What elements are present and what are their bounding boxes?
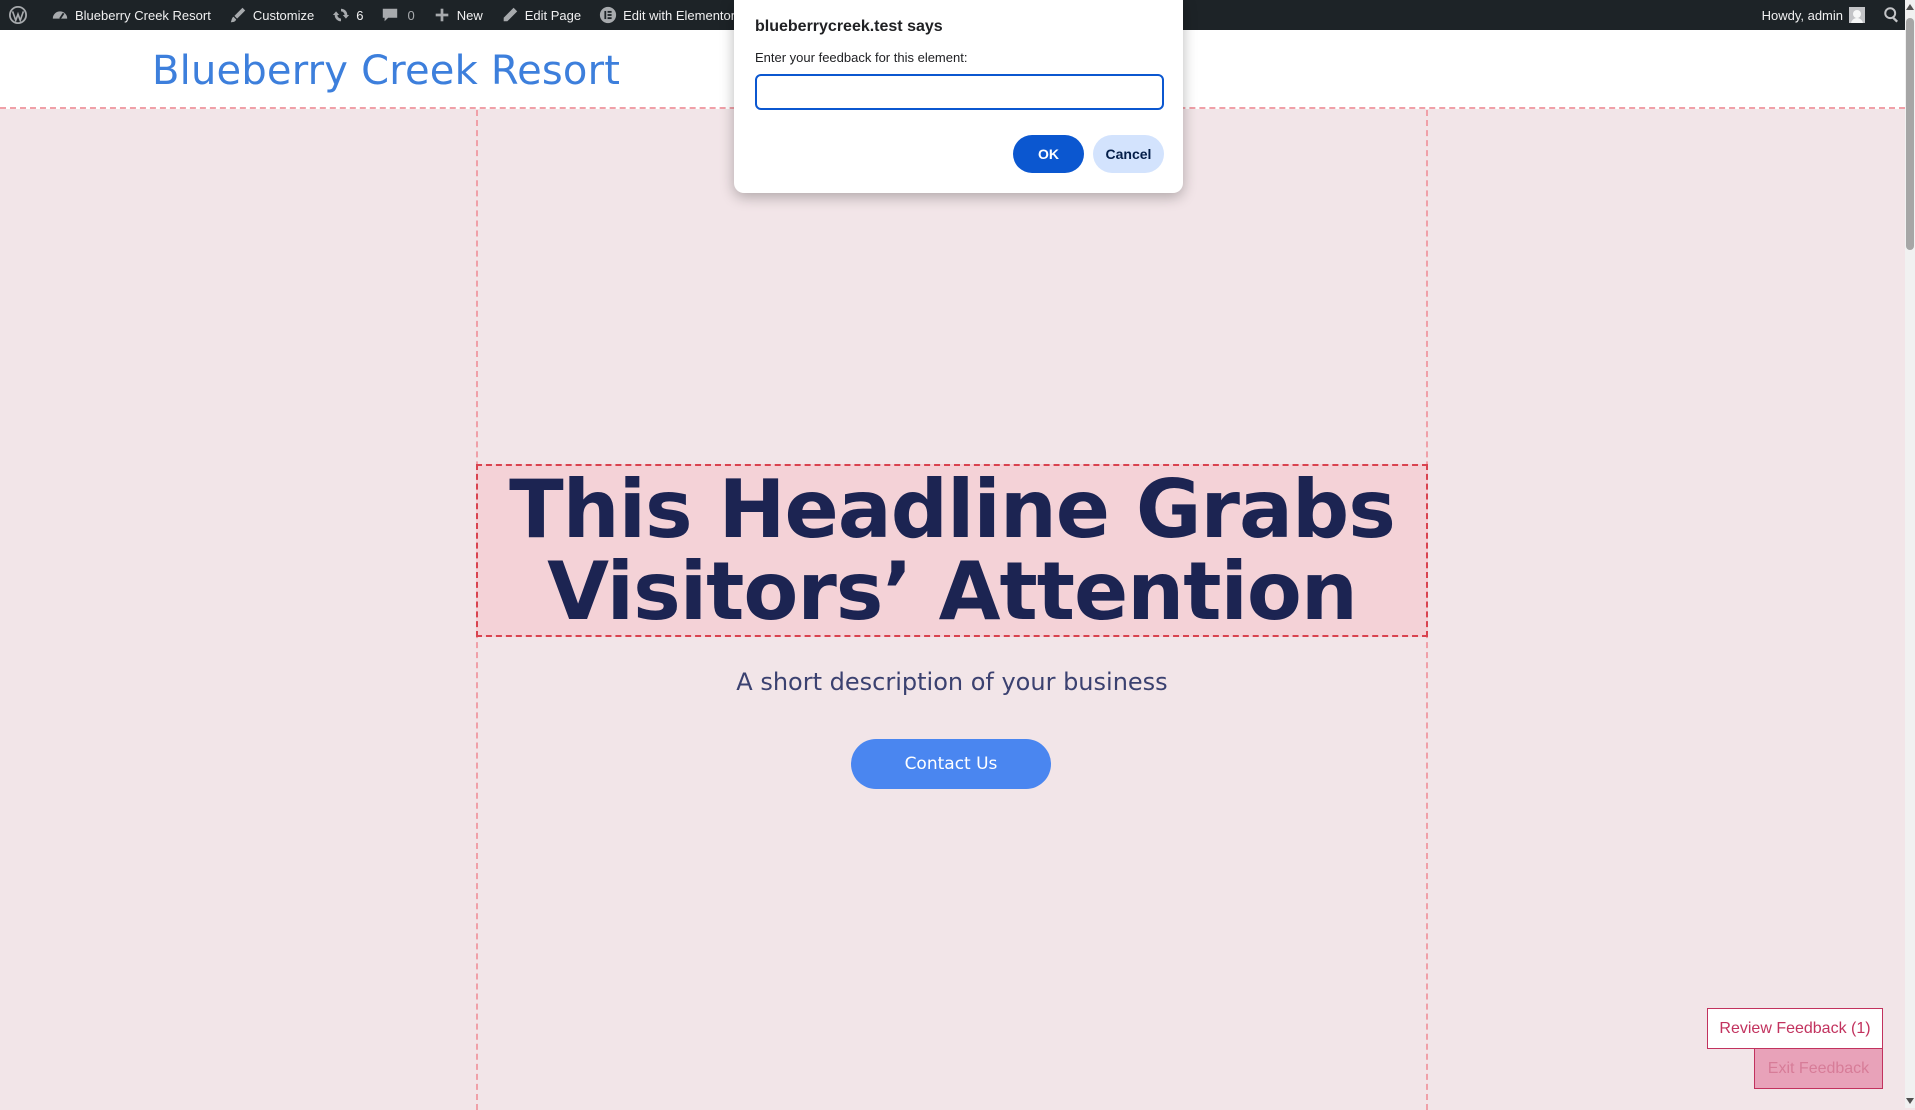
prompt-dialog: blueberrycreek.test says Enter your feed…: [734, 0, 1183, 193]
edit-elementor-label: Edit with Elementor: [623, 7, 736, 23]
new-content-menu[interactable]: New: [424, 0, 492, 30]
customize-link[interactable]: Customize: [220, 0, 323, 30]
exit-feedback-button[interactable]: Exit Feedback: [1754, 1048, 1883, 1089]
customize-label: Customize: [252, 7, 315, 23]
dialog-message: Enter your feedback for this element:: [755, 50, 968, 65]
cancel-button[interactable]: Cancel: [1093, 135, 1164, 173]
elementor-icon: [600, 6, 617, 24]
dialog-title: blueberrycreek.test says: [755, 18, 943, 35]
updates-link[interactable]: 6: [323, 0, 372, 30]
wordpress-icon: [9, 6, 27, 24]
ok-button[interactable]: OK: [1013, 135, 1084, 173]
pencil-icon: [503, 7, 517, 22]
hero-description: A short description of your business: [736, 668, 1168, 696]
edit-page-label: Edit Page: [524, 7, 582, 23]
plus-icon: [435, 8, 449, 22]
updates-icon: [333, 8, 350, 22]
edit-with-elementor-link[interactable]: Edit with Elementor: [590, 0, 744, 30]
selected-headline-widget[interactable]: This Headline Grabs Visitors’ Attention: [476, 464, 1428, 637]
avatar: [1849, 7, 1865, 23]
scroll-down-arrow-icon[interactable]: [1906, 1098, 1914, 1104]
site-title[interactable]: Blueberry Creek Resort: [152, 48, 620, 94]
scroll-up-arrow-icon[interactable]: [1906, 4, 1914, 10]
comments-link[interactable]: 0: [372, 0, 423, 30]
headline-line-1: This Headline Grabs: [509, 462, 1396, 556]
updates-count: 6: [356, 7, 364, 23]
search-icon: [1884, 7, 1899, 23]
scrollbar-thumb[interactable]: [1906, 18, 1914, 250]
dashboard-icon: [52, 11, 68, 20]
comments-count: 0: [407, 7, 415, 23]
page-scrollbar[interactable]: [1905, 0, 1915, 1108]
site-name-label: Blueberry Creek Resort: [75, 7, 211, 23]
wordpress-logo-menu[interactable]: [0, 0, 42, 30]
review-feedback-button[interactable]: Review Feedback (1): [1707, 1008, 1883, 1049]
new-label: New: [456, 7, 483, 23]
my-account-menu[interactable]: Howdy, admin: [1753, 0, 1874, 30]
edit-page-link[interactable]: Edit Page: [492, 0, 590, 30]
headline-line-2: Visitors’ Attention: [547, 544, 1358, 638]
brush-icon: [230, 7, 246, 23]
contact-us-button[interactable]: Contact Us: [851, 739, 1051, 789]
site-name-menu[interactable]: Blueberry Creek Resort: [42, 0, 220, 30]
feedback-input[interactable]: [755, 74, 1164, 110]
hero-headline: This Headline Grabs Visitors’ Attention: [509, 468, 1396, 633]
comment-icon: [383, 8, 398, 22]
howdy-label: Howdy, admin: [1761, 7, 1843, 23]
